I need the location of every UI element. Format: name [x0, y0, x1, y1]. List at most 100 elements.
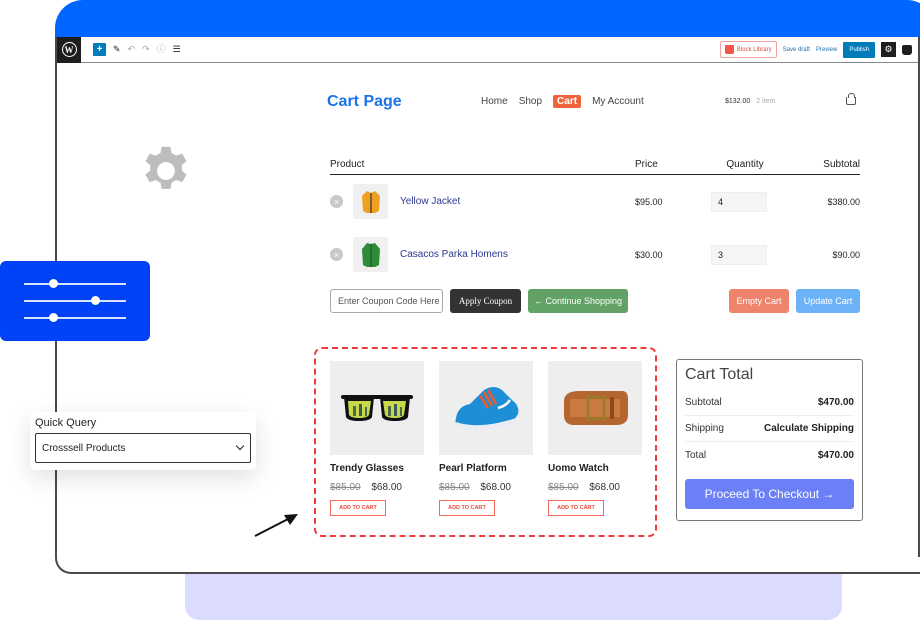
editor-window: W + ✎ ↶ ↷ ⓘ ☰ Block Library Save draft P… — [55, 37, 920, 574]
sale-price: $68.00 — [371, 482, 402, 493]
empty-cart-button[interactable]: Empty Cart — [729, 289, 789, 313]
update-cart-button[interactable]: Update Cart — [796, 289, 860, 313]
site-nav: Home Shop Cart My Account — [481, 95, 644, 108]
slider-track — [24, 300, 126, 302]
slider-knob[interactable] — [49, 313, 58, 322]
product-image[interactable] — [439, 361, 533, 455]
nav-item-home[interactable]: Home — [481, 96, 508, 107]
sneaker-icon — [455, 387, 519, 430]
add-to-cart-button[interactable]: ADD TO CART — [330, 500, 386, 516]
calculate-shipping-link[interactable]: Calculate Shipping — [764, 423, 854, 434]
cart-total-panel: Cart Total Subtotal $470.00 Shipping Cal… — [676, 359, 863, 521]
product-card: Trendy Glasses $85.00 $68.00 ADD TO CART — [330, 361, 424, 516]
filter-sliders-card — [0, 261, 150, 341]
product-card: Pearl Platform $85.00 $68.00 ADD TO CART — [439, 361, 533, 516]
product-image[interactable] — [548, 361, 642, 455]
product-name[interactable]: Pearl Platform — [439, 463, 533, 474]
parka-icon — [361, 242, 380, 267]
product-image[interactable] — [330, 361, 424, 455]
nav-item-shop[interactable]: Shop — [519, 96, 542, 107]
old-price: $85.00 — [439, 482, 470, 493]
cart-table: Product Price Quantity Subtotal × Yellow… — [330, 159, 860, 281]
pointer-arrow-icon — [254, 514, 298, 537]
belt-icon — [564, 391, 628, 425]
block-library-label: Block Library — [736, 46, 772, 53]
product-name[interactable]: Uomo Watch — [548, 463, 642, 474]
product-name[interactable]: Trendy Glasses — [330, 463, 424, 474]
quick-query-label: Quick Query — [35, 417, 97, 429]
quick-query-select[interactable]: Crosssell Products — [35, 433, 251, 463]
slider-track — [24, 317, 126, 319]
publish-button[interactable]: Publish — [843, 41, 875, 58]
slider-knob[interactable] — [91, 296, 100, 305]
quantity-input[interactable]: 3 — [711, 244, 767, 265]
quantity-input[interactable]: 4 — [711, 191, 767, 212]
old-price: $85.00 — [330, 482, 361, 493]
remove-item-icon[interactable]: × — [330, 248, 343, 261]
product-subtotal: $90.00 — [832, 249, 860, 260]
page-title: Cart Page — [327, 93, 402, 110]
table-row: × Yellow Jacket $95.00 4 $380.00 — [330, 175, 860, 228]
wordpress-logo-icon[interactable]: W — [57, 37, 81, 63]
sale-price: $68.00 — [589, 482, 620, 493]
edit-pencil-icon[interactable]: ✎ — [113, 45, 121, 54]
add-to-cart-button[interactable]: ADD TO CART — [439, 500, 495, 516]
header-quantity: Quantity — [726, 159, 764, 170]
stage: W + ✎ ↶ ↷ ⓘ ☰ Block Library Save draft P… — [0, 0, 920, 620]
editor-toolbar: W + ✎ ↶ ↷ ⓘ ☰ Block Library Save draft P… — [57, 37, 920, 63]
product-name-link[interactable]: Casacos Parka Homens — [400, 249, 508, 260]
cart-total-row: Shipping Calculate Shipping — [685, 416, 854, 442]
mini-cart-amount: $132.00 — [725, 98, 751, 105]
mini-cart[interactable]: $132.00 2 item — [725, 98, 775, 105]
product-name-link[interactable]: Yellow Jacket — [400, 196, 460, 207]
old-price: $85.00 — [548, 482, 579, 493]
cart-total-title: Cart Total — [685, 366, 754, 383]
product-price: $95.00 — [635, 196, 663, 207]
basket-icon[interactable] — [846, 93, 856, 105]
preview-link[interactable]: Preview — [816, 47, 837, 53]
nav-item-my-account[interactable]: My Account — [592, 96, 644, 107]
cart-total-row: Subtotal $470.00 — [685, 390, 854, 416]
cart-total-label: Shipping — [685, 423, 724, 434]
sale-price: $68.00 — [480, 482, 511, 493]
block-library-button[interactable]: Block Library — [719, 41, 777, 58]
gear-icon — [145, 146, 187, 189]
add-block-icon[interactable]: + — [93, 43, 106, 56]
jacket-icon — [361, 190, 380, 213]
bag-icon[interactable] — [902, 44, 912, 55]
continue-shopping-button[interactable]: ← Continue Shopping — [528, 289, 628, 313]
cart-total-row: Total $470.00 — [685, 442, 854, 468]
add-to-cart-button[interactable]: ADD TO CART — [548, 500, 604, 516]
cart-total-label: Subtotal — [685, 397, 722, 408]
info-icon[interactable]: ⓘ — [157, 45, 166, 54]
undo-icon[interactable]: ↶ — [128, 45, 136, 54]
list-view-icon[interactable]: ☰ — [173, 45, 181, 54]
proceed-to-checkout-button[interactable]: Proceed To Checkout → — [685, 479, 854, 509]
product-price: $30.00 — [635, 249, 663, 260]
quick-query-card: Quick Query Crosssell Products — [30, 412, 256, 470]
settings-gear-icon[interactable]: ⚙ — [881, 42, 896, 57]
header-price: Price — [635, 159, 658, 170]
chevron-down-icon — [235, 441, 245, 451]
remove-item-icon[interactable]: × — [330, 195, 343, 208]
apply-coupon-button[interactable]: Apply Coupon — [450, 289, 521, 313]
cart-total-label: Total — [685, 449, 707, 461]
product-thumbnail[interactable] — [353, 237, 388, 272]
cart-total-value: $470.00 — [817, 397, 854, 408]
cart-actions: Enter Coupon Code Here Apply Coupon ← Co… — [330, 289, 860, 313]
nav-item-cart[interactable]: Cart — [553, 95, 582, 108]
quick-query-value: Crosssell Products — [42, 442, 126, 454]
save-draft-link[interactable]: Save draft — [783, 47, 810, 53]
slider-knob[interactable] — [49, 279, 58, 288]
header-subtotal: Subtotal — [823, 159, 860, 170]
product-thumbnail[interactable] — [353, 184, 388, 219]
redo-icon[interactable]: ↷ — [142, 45, 150, 54]
table-header: Product Price Quantity Subtotal — [330, 159, 860, 175]
product-subtotal: $380.00 — [827, 196, 860, 207]
crosssell-products: Trendy Glasses $85.00 $68.00 ADD TO CART — [314, 347, 657, 537]
cart-total-value: $470.00 — [817, 449, 854, 461]
slider-track — [24, 283, 126, 285]
product-card: Uomo Watch $85.00 $68.00 ADD TO CART — [548, 361, 642, 516]
coupon-code-input[interactable]: Enter Coupon Code Here — [330, 289, 443, 313]
header-product: Product — [330, 159, 365, 170]
